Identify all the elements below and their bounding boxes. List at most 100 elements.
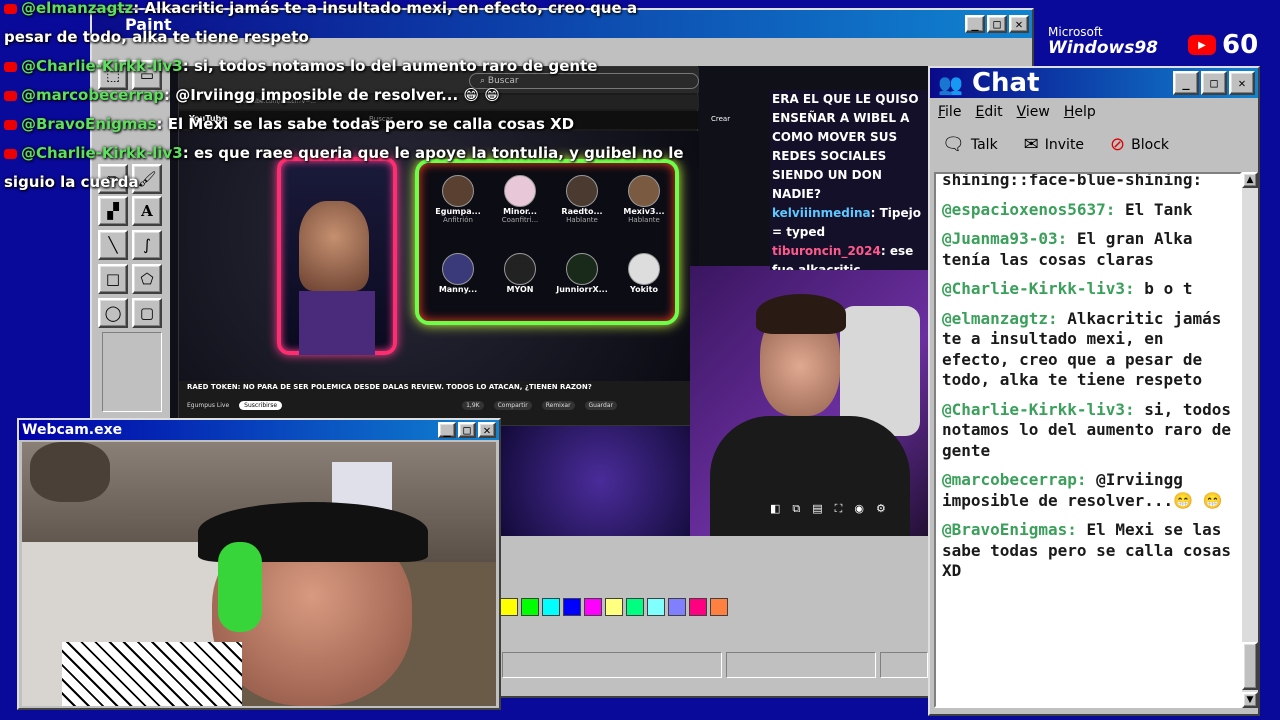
block-icon: ⊘	[1110, 134, 1126, 155]
chat-window: 👥 Chat _ □ ✕ File Edit View Help 🗨 Talk ✉…	[928, 66, 1260, 716]
wall-decoration	[30, 442, 110, 502]
windows98-logo: Microsoft Windows98	[1048, 25, 1159, 58]
close-button[interactable]: ✕	[1229, 71, 1255, 95]
participant[interactable]: JunniorrX...	[551, 253, 613, 315]
avatar	[628, 253, 660, 285]
remix-button[interactable]: Remixar	[541, 400, 575, 410]
overlay-chat-line: @marcobecerrap: @Irviingg imposible de r…	[4, 81, 704, 110]
fullscreen-icon[interactable]: ⛶	[835, 502, 843, 522]
webcam-title: Webcam.exe	[22, 422, 123, 438]
overlay-chat: @elmanzagtz: Alkacritic jamás te a insul…	[4, 0, 704, 197]
talk-button[interactable]: 🗨 Talk	[942, 134, 998, 155]
side-chat-message: tiburoncin_2024: ese fue alkacritic	[772, 244, 914, 270]
users-icon: 👥	[938, 72, 963, 96]
palette-color-swatch[interactable]	[584, 598, 602, 616]
chat-menubar: File Edit View Help	[930, 98, 1258, 126]
avatar	[442, 253, 474, 285]
stream-side-chat: ERA EL QUE LE QUISO ENSEÑAR A WIBEL A CO…	[770, 90, 928, 270]
like-button[interactable]: 1,9K	[462, 400, 484, 410]
participant[interactable]: Yokito	[613, 253, 675, 315]
close-button[interactable]: ✕	[478, 422, 496, 438]
chat-message: @Juanma93-03: El gran Alka tenía las cos…	[942, 229, 1193, 269]
ellipse-tool-icon[interactable]: ◯	[98, 298, 128, 328]
subscribe-button[interactable]: Suscribirse	[239, 400, 283, 410]
line-tool-icon[interactable]: ╲	[98, 230, 128, 260]
chat-titlebar[interactable]: 👥 Chat _ □ ✕	[930, 68, 1258, 98]
palette-color-swatch[interactable]	[668, 598, 686, 616]
host-face	[299, 201, 369, 291]
menu-edit[interactable]: Edit	[975, 104, 1002, 120]
rounded-rect-tool-icon[interactable]: ▢	[132, 298, 162, 328]
invite-button[interactable]: ✉ Invite	[1024, 134, 1084, 155]
palette-color-swatch[interactable]	[647, 598, 665, 616]
palette-color-swatch[interactable]	[710, 598, 728, 616]
minimize-button[interactable]: _	[965, 15, 985, 33]
palette-color-swatch[interactable]	[605, 598, 623, 616]
chat-message: @Charlie-Kirkk-liv3: si, todos notamos l…	[942, 399, 1231, 460]
scroll-thumb[interactable]	[1242, 642, 1258, 690]
side-chat-message: ERA EL QUE LE QUISO ENSEÑAR A WIBEL A CO…	[772, 92, 919, 201]
overlay-chat-line: @BravoEnigmas: El Mexi se las sabe todas…	[4, 110, 704, 139]
tool-options-box	[102, 332, 162, 412]
participant[interactable]: Manny...	[427, 253, 489, 315]
chat-message: shining::face-blue-shining:	[942, 172, 1203, 189]
checkered-shirt	[62, 642, 242, 706]
participant[interactable]: MYON	[489, 253, 551, 315]
viewer-counter: ▶ 60	[1188, 30, 1258, 60]
channel-name[interactable]: Egumpus Live	[187, 402, 229, 409]
minimize-button[interactable]: _	[1173, 71, 1199, 95]
block-button[interactable]: ⊘ Block	[1110, 134, 1169, 155]
save-button[interactable]: Guardar	[584, 400, 617, 410]
pip-icon[interactable]: ⧉	[792, 502, 800, 522]
palette-color-swatch[interactable]	[626, 598, 644, 616]
curve-tool-icon[interactable]: ∫	[132, 230, 162, 260]
palette-color-swatch[interactable]	[500, 598, 518, 616]
chat-scrollbar[interactable]: ▲ ▼	[1242, 172, 1258, 708]
create-button[interactable]: Crear	[711, 115, 730, 123]
text-tool-icon[interactable]: A	[132, 196, 162, 226]
airbrush-tool-icon[interactable]: ▞	[98, 196, 128, 226]
invite-icon: ✉	[1023, 134, 1039, 155]
chat-message: @espacioxenos5637: El Tank	[942, 199, 1193, 219]
player-controls: ◧ ⧉ ▤ ⛶ ◉ ⚙	[770, 502, 920, 522]
youtube-icon: ▶	[1188, 35, 1216, 55]
share-button[interactable]: Compartir	[493, 400, 532, 410]
menu-file[interactable]: File	[938, 104, 961, 120]
overlay-chat-line: @Charlie-Kirkk-liv3: es que raee queria …	[4, 139, 704, 168]
minimize-button[interactable]: _	[438, 422, 456, 438]
avatar	[566, 253, 598, 285]
palette-color-swatch[interactable]	[689, 598, 707, 616]
webcam-window: Webcam.exe _ □ ✕	[17, 418, 501, 710]
chat-toolbar: 🗨 Talk ✉ Invite ⊘ Block	[930, 126, 1258, 163]
autoplay-icon[interactable]: ◉	[854, 502, 864, 522]
palette-color-swatch[interactable]	[521, 598, 539, 616]
menu-help[interactable]: Help	[1064, 104, 1096, 120]
subtitles-icon[interactable]: ▤	[812, 502, 822, 522]
cast-icon[interactable]: ◧	[770, 502, 780, 522]
talk-icon: 🗨	[942, 134, 965, 155]
settings-gear-icon[interactable]: ⚙	[876, 502, 886, 522]
maximize-button[interactable]: □	[458, 422, 476, 438]
palette-color-swatch[interactable]	[542, 598, 560, 616]
chat-title: 👥 Chat	[938, 68, 1040, 98]
overlay-chat-line: pesar de todo, alka te tiene respeto	[4, 28, 309, 46]
maximize-button[interactable]: □	[1201, 71, 1227, 95]
chat-message: @BravoEnigmas: El Mexi se las sabe todas…	[942, 520, 1231, 580]
streamer-hair	[756, 294, 846, 334]
webcam-titlebar[interactable]: Webcam.exe _ □ ✕	[19, 420, 499, 440]
status-bar	[502, 652, 722, 678]
close-button[interactable]: ✕	[1009, 15, 1029, 33]
overlay-chat-line: siguio la cuerda	[4, 173, 139, 191]
rectangle-tool-icon[interactable]: □	[98, 264, 128, 294]
webcam-feed	[22, 442, 496, 706]
scroll-up-icon[interactable]: ▲	[1242, 172, 1258, 188]
scroll-down-icon[interactable]: ▼	[1242, 692, 1258, 708]
status-size	[880, 652, 928, 678]
chat-message: @elmanzagtz: Alkacritic jamás te a insul…	[942, 308, 1222, 390]
chat-log[interactable]: shining::face-blue-shining: @espacioxeno…	[934, 172, 1242, 708]
menu-view[interactable]: View	[1017, 104, 1050, 120]
chat-message: @marcobecerrap: @Irviingg imposible de r…	[942, 470, 1223, 510]
polygon-tool-icon[interactable]: ⬠	[132, 264, 162, 294]
maximize-button[interactable]: □	[987, 15, 1007, 33]
palette-color-swatch[interactable]	[563, 598, 581, 616]
